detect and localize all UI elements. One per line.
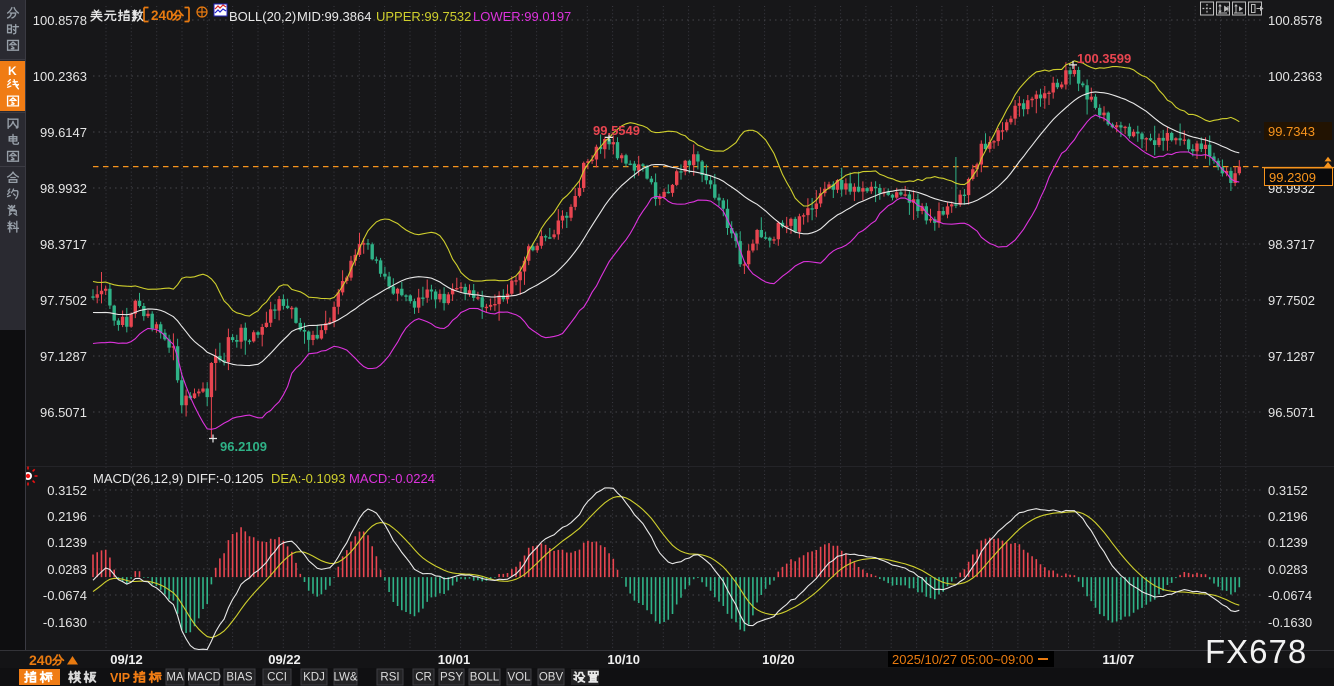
svg-text:98.9932: 98.9932 xyxy=(40,181,87,196)
svg-text:VIP: VIP xyxy=(110,671,130,685)
svg-text:10/01: 10/01 xyxy=(438,652,471,667)
svg-text:10/20: 10/20 xyxy=(762,652,795,667)
svg-text:96.5071: 96.5071 xyxy=(1268,405,1315,420)
svg-text:BOLL(20,2): BOLL(20,2) xyxy=(229,9,296,24)
svg-text:100.8578: 100.8578 xyxy=(33,13,87,28)
svg-text:CCI: CCI xyxy=(267,672,287,684)
svg-text:98.3717: 98.3717 xyxy=(1268,237,1315,252)
svg-text:MACD(26,12,9) DIFF:-0.1205: MACD(26,12,9) DIFF:-0.1205 xyxy=(93,471,264,486)
svg-text:BIAS: BIAS xyxy=(226,672,253,684)
svg-text:K: K xyxy=(8,64,17,78)
svg-text:0.3152: 0.3152 xyxy=(1268,483,1308,498)
svg-text:10/10: 10/10 xyxy=(607,652,640,667)
svg-text:240: 240 xyxy=(29,652,53,668)
svg-text:MACD:-0.0224: MACD:-0.0224 xyxy=(349,471,435,486)
svg-text:96.2109: 96.2109 xyxy=(220,439,267,454)
svg-text:09/22: 09/22 xyxy=(268,652,301,667)
svg-text:09/12: 09/12 xyxy=(110,652,143,667)
svg-text:-0.0674: -0.0674 xyxy=(43,588,87,603)
svg-text:-0.1630: -0.1630 xyxy=(1268,615,1312,630)
svg-text:CR: CR xyxy=(415,672,432,684)
svg-text:0.0283: 0.0283 xyxy=(47,562,87,577)
svg-text:99.5549: 99.5549 xyxy=(593,123,640,138)
svg-text:0.2196: 0.2196 xyxy=(1268,509,1308,524)
svg-text:99.2309: 99.2309 xyxy=(1269,170,1316,185)
svg-text:97.1287: 97.1287 xyxy=(40,349,87,364)
svg-text:0.1239: 0.1239 xyxy=(1268,535,1308,550)
svg-text:PSY: PSY xyxy=(440,672,463,684)
svg-text:2025/10/27 05:00~09:00: 2025/10/27 05:00~09:00 xyxy=(892,652,1033,667)
svg-text:RSI: RSI xyxy=(380,672,399,684)
svg-text:OBV: OBV xyxy=(539,672,564,684)
svg-text:MA: MA xyxy=(166,672,184,684)
svg-text:99.6147: 99.6147 xyxy=(40,125,87,140)
svg-text:FX678: FX678 xyxy=(1205,633,1307,670)
svg-text:100.3599: 100.3599 xyxy=(1077,51,1131,66)
svg-text:99.7343: 99.7343 xyxy=(1268,124,1315,139)
svg-text:97.1287: 97.1287 xyxy=(1268,349,1315,364)
svg-text:-0.0674: -0.0674 xyxy=(1268,588,1312,603)
svg-text:MACD: MACD xyxy=(187,672,221,684)
svg-text:UPPER:99.7532: UPPER:99.7532 xyxy=(376,9,471,24)
svg-text:96.5071: 96.5071 xyxy=(40,405,87,420)
svg-text:97.7502: 97.7502 xyxy=(40,293,87,308)
svg-text:0.3152: 0.3152 xyxy=(47,483,87,498)
svg-text:LOWER:99.0197: LOWER:99.0197 xyxy=(473,9,571,24)
svg-text:KDJ: KDJ xyxy=(303,672,325,684)
svg-text:98.3717: 98.3717 xyxy=(40,237,87,252)
svg-text:100.2363: 100.2363 xyxy=(33,69,87,84)
svg-text:0.1239: 0.1239 xyxy=(47,535,87,550)
svg-text:BOLL: BOLL xyxy=(470,672,500,684)
svg-text:0.2196: 0.2196 xyxy=(47,509,87,524)
svg-text:LW&: LW& xyxy=(333,672,357,684)
svg-text:DEA:-0.1093: DEA:-0.1093 xyxy=(271,471,345,486)
svg-text:97.7502: 97.7502 xyxy=(1268,293,1315,308)
svg-text:0.0283: 0.0283 xyxy=(1268,562,1308,577)
svg-text:11/07: 11/07 xyxy=(1102,652,1134,667)
svg-text:240: 240 xyxy=(151,8,174,23)
svg-text:-0.1630: -0.1630 xyxy=(43,615,87,630)
svg-text:100.8578: 100.8578 xyxy=(1268,13,1322,28)
svg-text:MID:99.3864: MID:99.3864 xyxy=(297,9,371,24)
svg-text:VOL: VOL xyxy=(507,672,531,684)
svg-text:100.2363: 100.2363 xyxy=(1268,69,1322,84)
